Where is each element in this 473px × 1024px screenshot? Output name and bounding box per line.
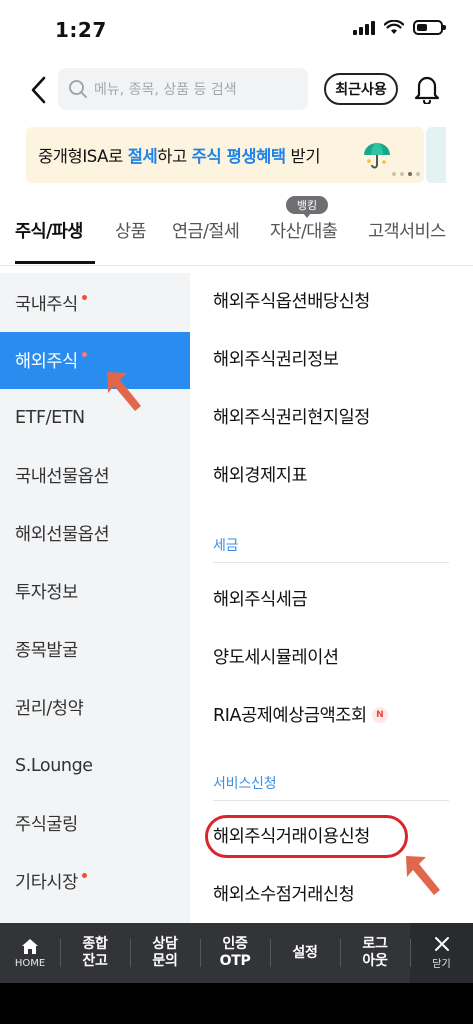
menu-item-ria-deduction-inquiry[interactable]: RIA공제예상금액조회 N — [213, 702, 388, 727]
sidebar-item-overseas-futures-options[interactable]: 해외선물옵션 — [0, 505, 190, 562]
sidebar-item-domestic-stocks[interactable]: 국내주식 — [0, 275, 190, 332]
bell-icon — [414, 76, 440, 104]
annotation-arrow-icon — [406, 856, 440, 895]
sidebar-item-domestic-futures-options[interactable]: 국내선물옵션 — [0, 447, 190, 504]
tab-products[interactable]: 상품 — [115, 218, 147, 243]
menu-item-fractional-trading-application[interactable]: 해외소수점거래신청 — [213, 881, 355, 906]
tab-stocks-derivatives[interactable]: 주식/파생 — [15, 218, 83, 243]
search-icon — [69, 80, 87, 98]
certificate-otp-button[interactable]: 인증 OTP — [200, 923, 270, 983]
tab-assets-loans[interactable]: 자산/대출 — [270, 218, 338, 243]
umbrella-icon — [364, 143, 390, 169]
sidebar-item-stock-discovery[interactable]: 종목발굴 — [0, 621, 190, 678]
home-indicator-area — [0, 983, 473, 1024]
chevron-left-icon — [31, 76, 46, 104]
section-title-tax: 세금 — [213, 538, 239, 554]
sidebar-item-overseas-stocks[interactable]: 해외주식 — [0, 332, 190, 389]
status-icons — [353, 20, 446, 35]
recent-use-button[interactable]: 최근사용 — [324, 73, 398, 105]
annotation-highlight-ring — [205, 815, 408, 858]
close-menu-button[interactable]: 닫기 — [410, 923, 473, 983]
menu-item-economic-indicators[interactable]: 해외경제지표 — [213, 462, 308, 487]
section-divider — [213, 562, 449, 563]
next-banner-peek[interactable] — [426, 127, 446, 183]
banking-badge: 뱅킹 — [286, 196, 328, 218]
sidebar-item-other-markets[interactable]: 기타시장 — [0, 853, 190, 910]
wifi-icon — [384, 20, 404, 34]
home-button[interactable]: HOME — [0, 923, 60, 983]
status-time: 1:27 — [55, 18, 107, 42]
battery-icon — [413, 20, 446, 35]
sidebar-item-etf-etn[interactable]: ETF/ETN — [0, 389, 190, 446]
sidebar-item-rights-subscription[interactable]: 권리/청약 — [0, 679, 190, 736]
sidebar-item-investment-info[interactable]: 투자정보 — [0, 563, 190, 620]
menu-item-rights-local-schedule[interactable]: 해외주식권리현지일정 — [213, 404, 370, 429]
back-button[interactable] — [24, 74, 52, 106]
new-dot — [81, 352, 87, 357]
logout-button[interactable]: 로그 아웃 — [340, 923, 410, 983]
new-dot — [81, 295, 87, 300]
section-title-service: 서비스신청 — [213, 776, 277, 792]
settings-button[interactable]: 설정 — [270, 923, 340, 983]
search-input[interactable]: 메뉴, 종목, 상품 등 검색 — [58, 68, 308, 110]
banner-pagination — [392, 172, 420, 176]
section-divider — [213, 800, 449, 801]
consultation-button[interactable]: 상담 문의 — [130, 923, 200, 983]
tab-pension-tax[interactable]: 연금/절세 — [172, 218, 240, 243]
active-tab-indicator — [15, 261, 95, 264]
tab-customer-service[interactable]: 고객서비스 — [368, 218, 446, 243]
sidebar-item-stock-gulling[interactable]: 주식굴링 — [0, 795, 190, 852]
cellular-signal-icon — [353, 20, 375, 35]
close-icon — [434, 937, 449, 951]
home-icon — [22, 938, 38, 954]
banner-text: 중개형ISA로 절세하고 주식 평생혜택 받기 — [38, 147, 321, 166]
search-placeholder: 메뉴, 종목, 상품 등 검색 — [94, 82, 237, 98]
menu-item-transfer-tax-simulation[interactable]: 양도세시뮬레이션 — [213, 644, 339, 669]
menu-item-option-dividend[interactable]: 해외주식옵션배당신청 — [213, 288, 370, 313]
sidebar: 국내주식 해외주식 ETF/ETN 국내선물옵션 해외선물옵션 투자정보 종목발… — [0, 273, 190, 923]
status-bar: 1:27 — [0, 0, 473, 58]
menu-item-rights-info[interactable]: 해외주식권리정보 — [213, 346, 339, 371]
menu-item-overseas-tax[interactable]: 해외주식세금 — [213, 586, 308, 611]
annotation-arrow-icon — [107, 372, 141, 411]
new-dot — [81, 873, 87, 878]
bottom-tab-bar: HOME 종합 잔고 상담 문의 인증 OTP 설정 로그 아웃 닫기 — [0, 923, 473, 983]
notification-button[interactable] — [412, 72, 442, 106]
sidebar-item-s-lounge[interactable]: S.Lounge — [0, 737, 190, 794]
new-badge: N — [371, 706, 388, 723]
category-tabs: 뱅킹 주식/파생 상품 연금/절세 자산/대출 고객서비스 — [0, 196, 473, 266]
total-balance-button[interactable]: 종합 잔고 — [60, 923, 130, 983]
